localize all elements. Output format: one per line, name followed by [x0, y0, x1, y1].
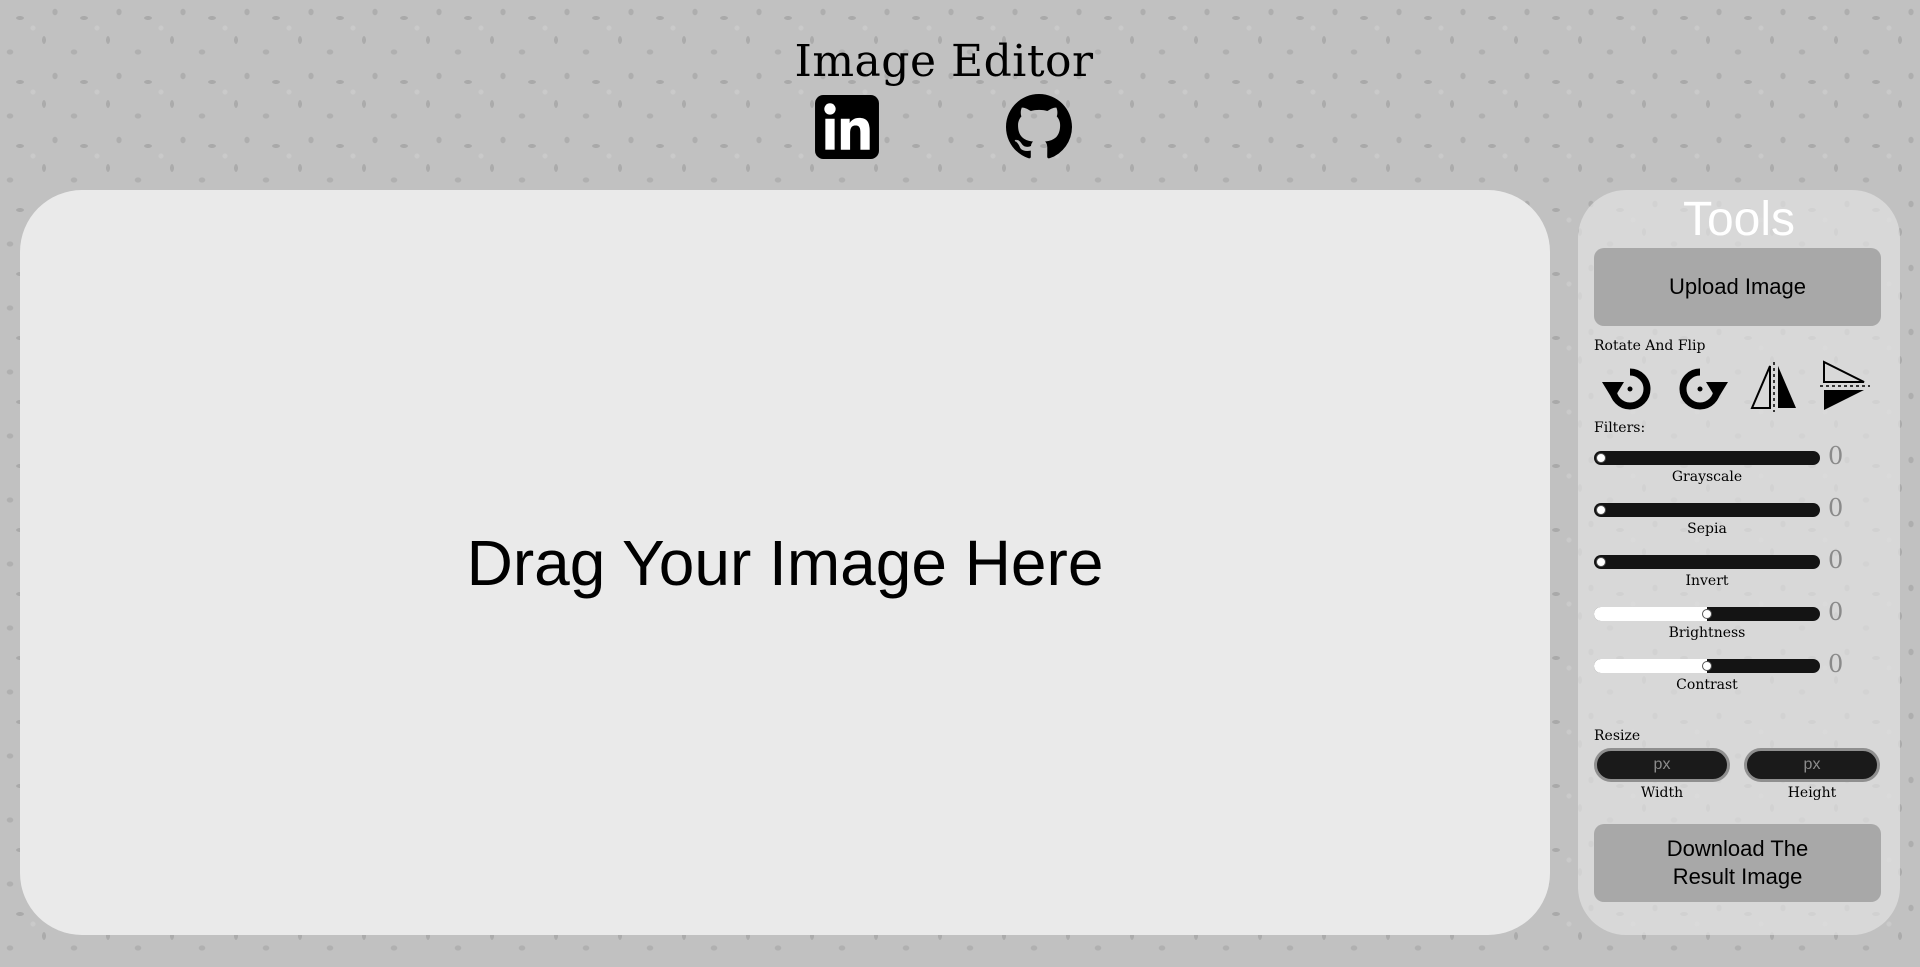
contrast-filter: 0 Contrast: [1594, 650, 1884, 702]
brightness-label: Brightness: [1668, 625, 1746, 641]
page-title: Image Editor: [794, 36, 1094, 87]
contrast-value: 0: [1828, 650, 1844, 678]
flip-vertical-button[interactable]: [1816, 358, 1876, 414]
filters-label: Filters:: [1594, 420, 1646, 436]
invert-filter: 0 Invert: [1594, 546, 1884, 598]
contrast-slider[interactable]: [1594, 659, 1820, 673]
image-drop-zone[interactable]: Drag Your Image Here: [20, 190, 1550, 935]
rotate-right-icon: [1679, 368, 1728, 410]
resize-width-field: Width: [1594, 748, 1730, 801]
rotate-flip-controls: [1594, 358, 1884, 414]
github-link[interactable]: [1006, 94, 1072, 160]
flip-horizontal-icon: [1750, 362, 1796, 412]
rotate-left-icon: [1602, 368, 1651, 410]
drop-zone-text: Drag Your Image Here: [466, 526, 1104, 599]
flip-vertical-icon: [1820, 360, 1870, 410]
grayscale-label: Grayscale: [1671, 469, 1743, 485]
brightness-slider[interactable]: [1594, 607, 1820, 621]
sepia-value: 0: [1828, 494, 1844, 522]
slider-thumb[interactable]: [1596, 505, 1606, 515]
rotate-right-button[interactable]: [1670, 358, 1730, 414]
grayscale-slider[interactable]: [1594, 451, 1820, 465]
slider-thumb[interactable]: [1702, 609, 1712, 619]
upload-image-button[interactable]: Upload Image: [1594, 248, 1881, 326]
slider-thumb[interactable]: [1702, 661, 1712, 671]
slider-thumb[interactable]: [1596, 557, 1606, 567]
height-caption: Height: [1787, 785, 1837, 801]
width-caption: Width: [1640, 785, 1684, 801]
invert-label: Invert: [1685, 573, 1729, 589]
invert-value: 0: [1828, 546, 1844, 574]
grayscale-filter: 0 Grayscale: [1594, 442, 1884, 494]
invert-slider[interactable]: [1594, 555, 1820, 569]
sepia-filter: 0 Sepia: [1594, 494, 1884, 546]
linkedin-icon: [815, 95, 879, 159]
download-result-button[interactable]: Download The Result Image: [1594, 824, 1881, 902]
resize-label: Resize: [1594, 728, 1641, 744]
brightness-filter: 0 Brightness: [1594, 598, 1884, 650]
github-icon: [1006, 94, 1072, 159]
sepia-label: Sepia: [1687, 521, 1727, 537]
width-input[interactable]: [1594, 748, 1730, 782]
linkedin-link[interactable]: [814, 94, 880, 160]
contrast-label: Contrast: [1676, 677, 1738, 693]
tools-title: Tools: [1682, 193, 1796, 246]
rotate-left-button[interactable]: [1600, 358, 1660, 414]
sepia-slider[interactable]: [1594, 503, 1820, 517]
grayscale-value: 0: [1828, 442, 1844, 470]
slider-fill: [1594, 659, 1707, 673]
rotate-flip-label: Rotate And Flip: [1594, 338, 1706, 354]
resize-height-field: Height: [1744, 748, 1880, 801]
slider-fill: [1594, 607, 1707, 621]
brightness-value: 0: [1828, 598, 1844, 626]
tools-panel: Tools Upload Image Rotate And Flip Filte…: [1578, 190, 1900, 935]
height-input[interactable]: [1744, 748, 1880, 782]
flip-horizontal-button[interactable]: [1744, 358, 1804, 414]
slider-thumb[interactable]: [1596, 453, 1606, 463]
